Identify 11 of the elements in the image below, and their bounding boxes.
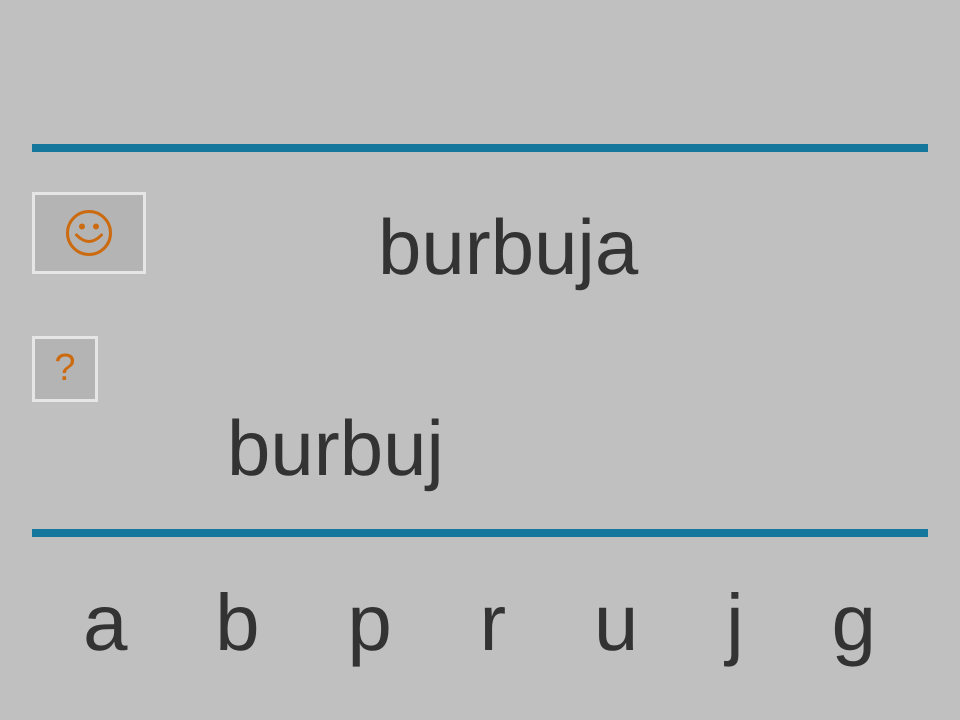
answer-text: burbuj — [227, 404, 444, 494]
smiley-button[interactable] — [32, 192, 146, 274]
letter-button[interactable]: a — [83, 577, 128, 670]
smiley-icon — [66, 210, 112, 256]
letter-button[interactable]: g — [831, 577, 876, 670]
letter-button[interactable]: b — [215, 577, 260, 670]
letter-button[interactable]: p — [347, 577, 392, 670]
letter-button[interactable]: j — [726, 577, 744, 670]
target-word: burbuja — [378, 203, 638, 293]
letter-button[interactable]: r — [480, 577, 506, 670]
letter-button[interactable]: u — [594, 577, 638, 670]
